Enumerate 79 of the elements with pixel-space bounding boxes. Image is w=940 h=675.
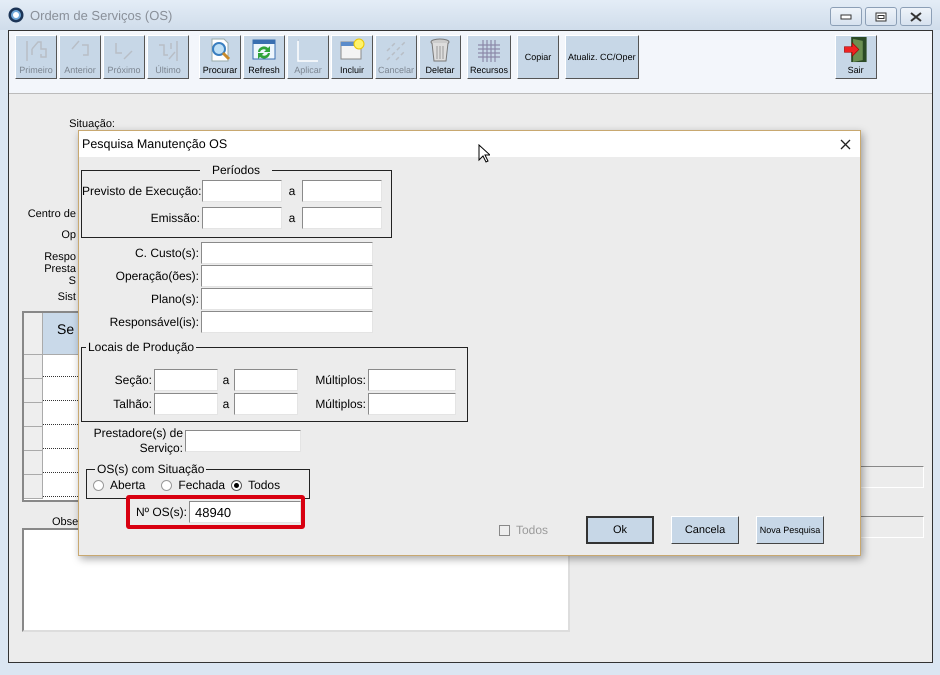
input-field[interactable] (201, 242, 373, 264)
toolbar-button[interactable]: Atualiz. CC/Oper (565, 35, 639, 79)
input-field[interactable] (201, 310, 373, 332)
row-header[interactable] (24, 403, 43, 427)
field-label: Plano(s): (150, 292, 200, 306)
input-field[interactable] (154, 369, 218, 391)
radio-button[interactable]: Aberta (93, 478, 146, 492)
toolbar-button[interactable]: Recursos (467, 35, 512, 79)
corner-icon (296, 39, 320, 63)
toolbar-button[interactable]: Procurar (199, 35, 241, 79)
input-field[interactable] (302, 206, 382, 228)
field-label: Talhão: (112, 397, 153, 411)
toolbar-button[interactable]: Deletar (419, 35, 462, 79)
skip-end-icon (156, 39, 180, 63)
maximize-icon (875, 12, 887, 22)
minimize-button[interactable] (830, 7, 862, 26)
field-label: Op (60, 229, 76, 241)
field-label: Prestadore(s) de Serviço: (92, 426, 184, 456)
dialog-title: Pesquisa Manutenção OS (82, 137, 228, 151)
field-label: Presta (43, 263, 76, 275)
input-field[interactable] (234, 369, 298, 391)
field-label: Operação(ões): (114, 268, 200, 282)
input-field[interactable] (201, 288, 373, 310)
radio-button[interactable]: Todos (231, 478, 280, 492)
grid-icon (477, 39, 502, 63)
dialog-button[interactable]: Ok (586, 516, 654, 544)
field-label: Seção: (114, 373, 153, 387)
toolbar-button[interactable]: Refresh (243, 35, 285, 79)
group-label: Obse (51, 516, 80, 528)
input-field[interactable] (185, 430, 301, 452)
dialog-button[interactable]: Nova Pesquisa (756, 516, 824, 544)
range-separator: a (222, 373, 230, 387)
field-label: Múltiplos: (314, 397, 367, 411)
range-separator: a (222, 397, 230, 411)
field-label: Situação: (68, 118, 115, 130)
input-field[interactable] (154, 393, 218, 415)
row-header[interactable] (24, 355, 43, 379)
input-field[interactable] (234, 393, 298, 415)
field-label: Emissão: (150, 210, 201, 224)
close-button[interactable] (900, 7, 932, 26)
trash-icon (429, 37, 452, 63)
field-label: Sist (56, 291, 76, 303)
row-header[interactable] (24, 451, 43, 475)
input-field[interactable] (368, 393, 456, 415)
range-separator: a (288, 210, 296, 224)
toolbar-button[interactable]: Incluir (331, 35, 373, 79)
maximize-button[interactable] (865, 7, 897, 26)
input-field[interactable] (302, 180, 382, 202)
app-logo-icon (8, 7, 24, 23)
input-field[interactable] (368, 369, 456, 391)
field-label: Responsável(is): (108, 314, 200, 328)
field-label: Múltiplos: (314, 373, 367, 387)
minimize-icon (840, 14, 852, 20)
range-separator: a (288, 184, 296, 198)
group-title: Períodos (211, 163, 262, 177)
exit-icon (842, 36, 869, 63)
input-field[interactable] (202, 180, 282, 202)
dialog-button[interactable]: Cancela (671, 516, 740, 544)
close-icon (909, 12, 923, 22)
row-header[interactable] (24, 379, 43, 403)
toolbar-button[interactable]: Copiar (517, 35, 560, 79)
field-label: Respo (43, 251, 76, 263)
row-header[interactable] (24, 427, 43, 451)
input-field[interactable] (202, 206, 282, 228)
group-title: OS(s) com Situação (96, 462, 206, 476)
input-field[interactable]: 48940 (189, 501, 301, 523)
toolbar-button[interactable]: Sair (834, 35, 877, 79)
field-label: Nº OS(s): (134, 505, 188, 519)
input-field[interactable] (201, 264, 373, 286)
group-title: Locais de Produção (87, 340, 196, 354)
field-label: Centro de (26, 208, 76, 220)
radio-button[interactable]: Fechada (161, 478, 226, 492)
field-label: S (68, 275, 76, 287)
window-title: Ordem de Serviços (OS) (30, 8, 174, 22)
row-header[interactable] (24, 475, 43, 499)
field-label: C. Custo(s): (134, 246, 200, 260)
close-icon (840, 138, 850, 150)
skip-start-icon (24, 39, 48, 63)
field-label: Previsto de Execução: (82, 184, 202, 198)
